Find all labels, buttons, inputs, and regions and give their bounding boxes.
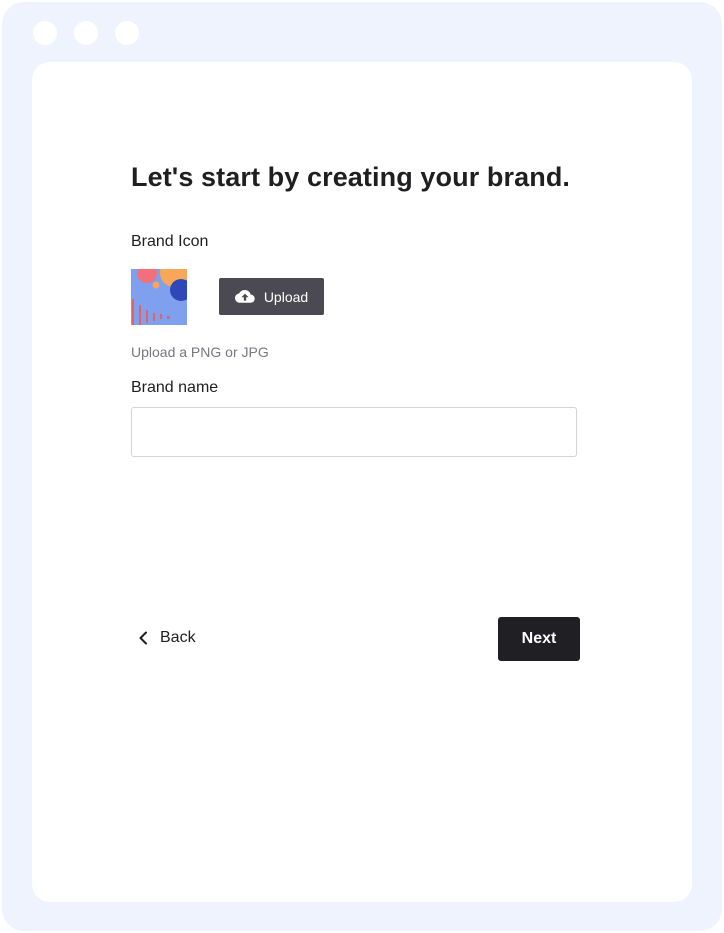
brand-icon-label: Brand Icon — [131, 233, 209, 250]
brand-name-label: Brand name — [131, 379, 219, 396]
upload-hint: Upload a PNG or JPG — [131, 344, 269, 360]
window-control-dot[interactable] — [33, 21, 57, 45]
upload-button[interactable]: Upload — [219, 278, 324, 315]
back-button[interactable]: Back — [138, 626, 196, 650]
cloud-upload-icon — [234, 289, 255, 304]
chevron-left-icon — [138, 631, 148, 645]
brand-name-input[interactable] — [131, 407, 577, 457]
next-button[interactable]: Next — [498, 617, 580, 661]
page-title: Let's start by creating your brand. — [131, 162, 571, 192]
brand-image-thumbnail-icon — [131, 269, 187, 325]
brand-icon-image — [131, 269, 187, 325]
back-button-label: Back — [160, 629, 196, 646]
upload-button-label: Upload — [263, 288, 309, 305]
browser-window-frame: Let's start by creating your brand. Bran… — [2, 2, 722, 931]
window-control-dot[interactable] — [74, 21, 98, 45]
window-controls — [33, 21, 139, 45]
brand-setup-card: Let's start by creating your brand. Bran… — [32, 62, 692, 902]
window-control-dot[interactable] — [115, 21, 139, 45]
